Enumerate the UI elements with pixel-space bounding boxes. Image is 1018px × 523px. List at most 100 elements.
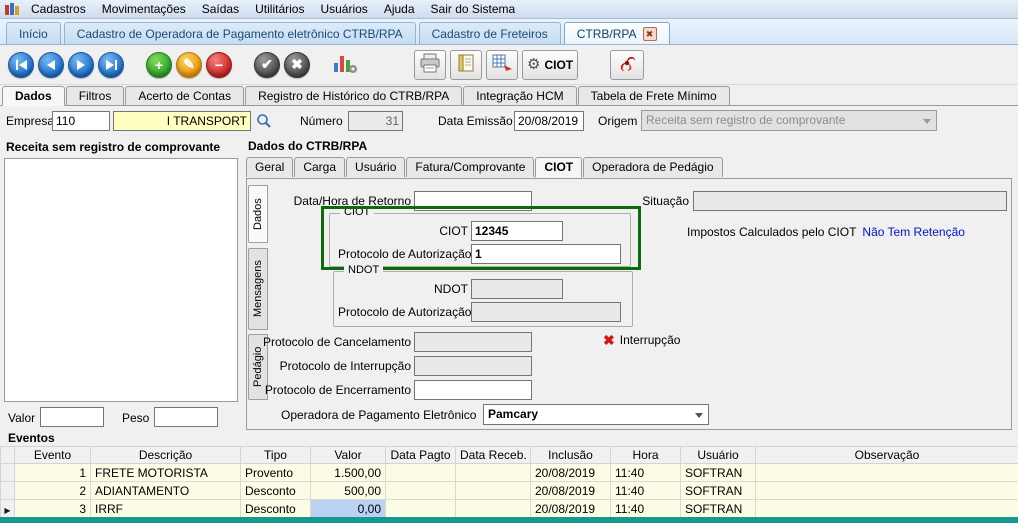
event-row[interactable]: 2 ADIANTAMENTO Desconto 500,00 20/08/201…: [1, 482, 1018, 500]
tab-cadastro-freteiros[interactable]: Cadastro de Freteiros: [419, 22, 561, 44]
ciot-field[interactable]: [471, 221, 563, 241]
ndot-field[interactable]: [471, 279, 563, 299]
row-indicator-header: [1, 447, 15, 464]
menu-saidas[interactable]: Saídas: [194, 1, 247, 17]
retorno-field[interactable]: [414, 191, 532, 211]
brand-button[interactable]: [610, 50, 644, 80]
interrupcao-flag-label: Interrupção: [620, 333, 681, 347]
row-indicator: [1, 482, 15, 500]
origem-label: Origem: [598, 114, 637, 128]
tab-carga[interactable]: Carga: [294, 157, 345, 177]
export-grid-button[interactable]: [486, 50, 518, 80]
empresa-label: Empresa: [6, 114, 54, 128]
export-grid-icon: [491, 53, 513, 76]
interrupcao-label: Protocolo de Interrupção: [263, 359, 411, 373]
menu-utilitarios[interactable]: Utilitários: [247, 1, 312, 17]
tab-registro-historico[interactable]: Registro de Histórico do CTRB/RPA: [245, 86, 462, 105]
tab-tabela-frete-minimo[interactable]: Tabela de Frete Mínimo: [578, 86, 730, 105]
menu-usuarios[interactable]: Usuários: [312, 1, 375, 17]
tab-operadora-pedagio[interactable]: Operadora de Pedágio: [583, 157, 722, 177]
peso-label: Peso: [122, 411, 149, 425]
impostos-status-link[interactable]: Não Tem Retenção: [862, 225, 965, 239]
menu-ajuda[interactable]: Ajuda: [376, 1, 423, 17]
notebook-icon: [456, 53, 476, 76]
ciot-tab-content: Dados Mensagens Pedágio Data/Hora de Ret…: [246, 178, 1012, 430]
row-indicator: [1, 464, 15, 482]
last-record-button[interactable]: [98, 52, 124, 78]
tab-fatura-comprovante[interactable]: Fatura/Comprovante: [406, 157, 534, 177]
tab-inicio[interactable]: Início: [6, 22, 61, 44]
delete-record-button[interactable]: −: [206, 52, 232, 78]
tab-integracao-hcm[interactable]: Integração HCM: [463, 86, 576, 105]
origem-combo[interactable]: Receita sem registro de comprovante: [641, 110, 937, 131]
ciot-button[interactable]: ⚙ CIOT: [522, 50, 578, 80]
previous-record-button[interactable]: [38, 52, 64, 78]
grid-header-row: Evento Descrição Tipo Valor Data Pagto D…: [1, 447, 1018, 464]
data-emissao-field[interactable]: [514, 111, 584, 131]
col-valor: Valor: [311, 447, 386, 464]
interrupcao-indicator: ✖ Interrupção: [603, 333, 680, 347]
confirm-button[interactable]: ✔: [254, 52, 280, 78]
print-button[interactable]: [414, 50, 446, 80]
eventos-title: Eventos: [8, 431, 55, 445]
operadora-label: Operadora de Pagamento Eletrônico: [281, 408, 476, 422]
printer-icon: [419, 53, 441, 76]
impostos-label: Impostos Calculados pelo CIOT: [687, 225, 856, 239]
tab-acerto-de-contas[interactable]: Acerto de Contas: [125, 86, 244, 105]
empresa-name-field[interactable]: [113, 111, 251, 131]
main-tab-strip: Dados Filtros Acerto de Contas Registro …: [0, 86, 1018, 106]
peso-field[interactable]: [154, 407, 218, 427]
empresa-code-field[interactable]: [52, 111, 110, 131]
ndot-protocolo-field[interactable]: [471, 302, 621, 322]
tab-ctrb-rpa[interactable]: CTRB/RPA ✖: [564, 22, 670, 44]
event-row[interactable]: 1 FRETE MOTORISTA Provento 1.500,00 20/0…: [1, 464, 1018, 482]
menu-cadastros[interactable]: Cadastros: [23, 1, 94, 17]
tab-cadastro-operadora[interactable]: Cadastro de Operadora de Pagamento eletr…: [64, 22, 416, 44]
tab-dados[interactable]: Dados: [2, 86, 65, 106]
interrupcao-field[interactable]: [414, 356, 532, 376]
page-tab-bar: Início Cadastro de Operadora de Pagament…: [0, 19, 1018, 45]
tab-filtros[interactable]: Filtros: [66, 86, 125, 105]
next-record-button[interactable]: [68, 52, 94, 78]
tab-ciot[interactable]: CIOT: [535, 157, 582, 178]
event-row[interactable]: ▶ 3 IRRF Desconto 0,00 20/08/2019 11:40 …: [1, 500, 1018, 518]
col-evento: Evento: [15, 447, 91, 464]
tab-usuario[interactable]: Usuário: [346, 157, 405, 177]
side-tab-mensagens[interactable]: Mensagens: [248, 248, 268, 330]
protocolo-autorizacao-field[interactable]: [471, 244, 621, 264]
selected-cell[interactable]: 0,00: [311, 500, 386, 518]
situacao-field[interactable]: [693, 191, 1007, 211]
eventos-grid: Evento Descrição Tipo Valor Data Pagto D…: [0, 446, 1018, 518]
toolbar: + ✎ − ✔ ✖ ⚙ CIOT: [0, 45, 1018, 85]
numero-label: Número: [300, 114, 343, 128]
header-form: Empresa Número Data Emissão Origem Recei…: [0, 106, 1018, 138]
cancel-button[interactable]: ✖: [284, 52, 310, 78]
numero-field[interactable]: [348, 111, 403, 131]
add-record-button[interactable]: +: [146, 52, 172, 78]
col-data-receb: Data Receb.: [456, 447, 531, 464]
menu-sair-do-sistema[interactable]: Sair do Sistema: [423, 1, 524, 17]
search-icon[interactable]: [256, 113, 272, 132]
side-tab-dados[interactable]: Dados: [248, 185, 268, 243]
close-tab-icon[interactable]: ✖: [643, 27, 657, 41]
report-button[interactable]: [450, 50, 482, 80]
cancelamento-field[interactable]: [414, 332, 532, 352]
first-record-button[interactable]: [8, 52, 34, 78]
situacao-label: Situação: [633, 194, 689, 208]
operadora-combo[interactable]: Pamcary: [483, 404, 709, 425]
encerramento-field[interactable]: [414, 380, 532, 400]
col-descricao: Descrição: [91, 447, 241, 464]
edit-record-button[interactable]: ✎: [176, 52, 202, 78]
menu-movimentacoes[interactable]: Movimentações: [94, 1, 194, 17]
col-hora: Hora: [611, 447, 681, 464]
ndot-group-label: NDOT: [344, 264, 383, 276]
brand-logo-icon: [615, 52, 639, 77]
receita-list-area[interactable]: [4, 158, 238, 402]
protocolo-autorizacao-label: Protocolo de Autorização: [338, 247, 468, 261]
interrupcao-x-icon: ✖: [603, 333, 615, 347]
tab-geral[interactable]: Geral: [246, 157, 293, 177]
chart-settings-icon[interactable]: [332, 51, 358, 78]
col-inclusao: Inclusão: [531, 447, 611, 464]
valor-field[interactable]: [40, 407, 104, 427]
ciot-field-label: CIOT: [368, 224, 468, 238]
